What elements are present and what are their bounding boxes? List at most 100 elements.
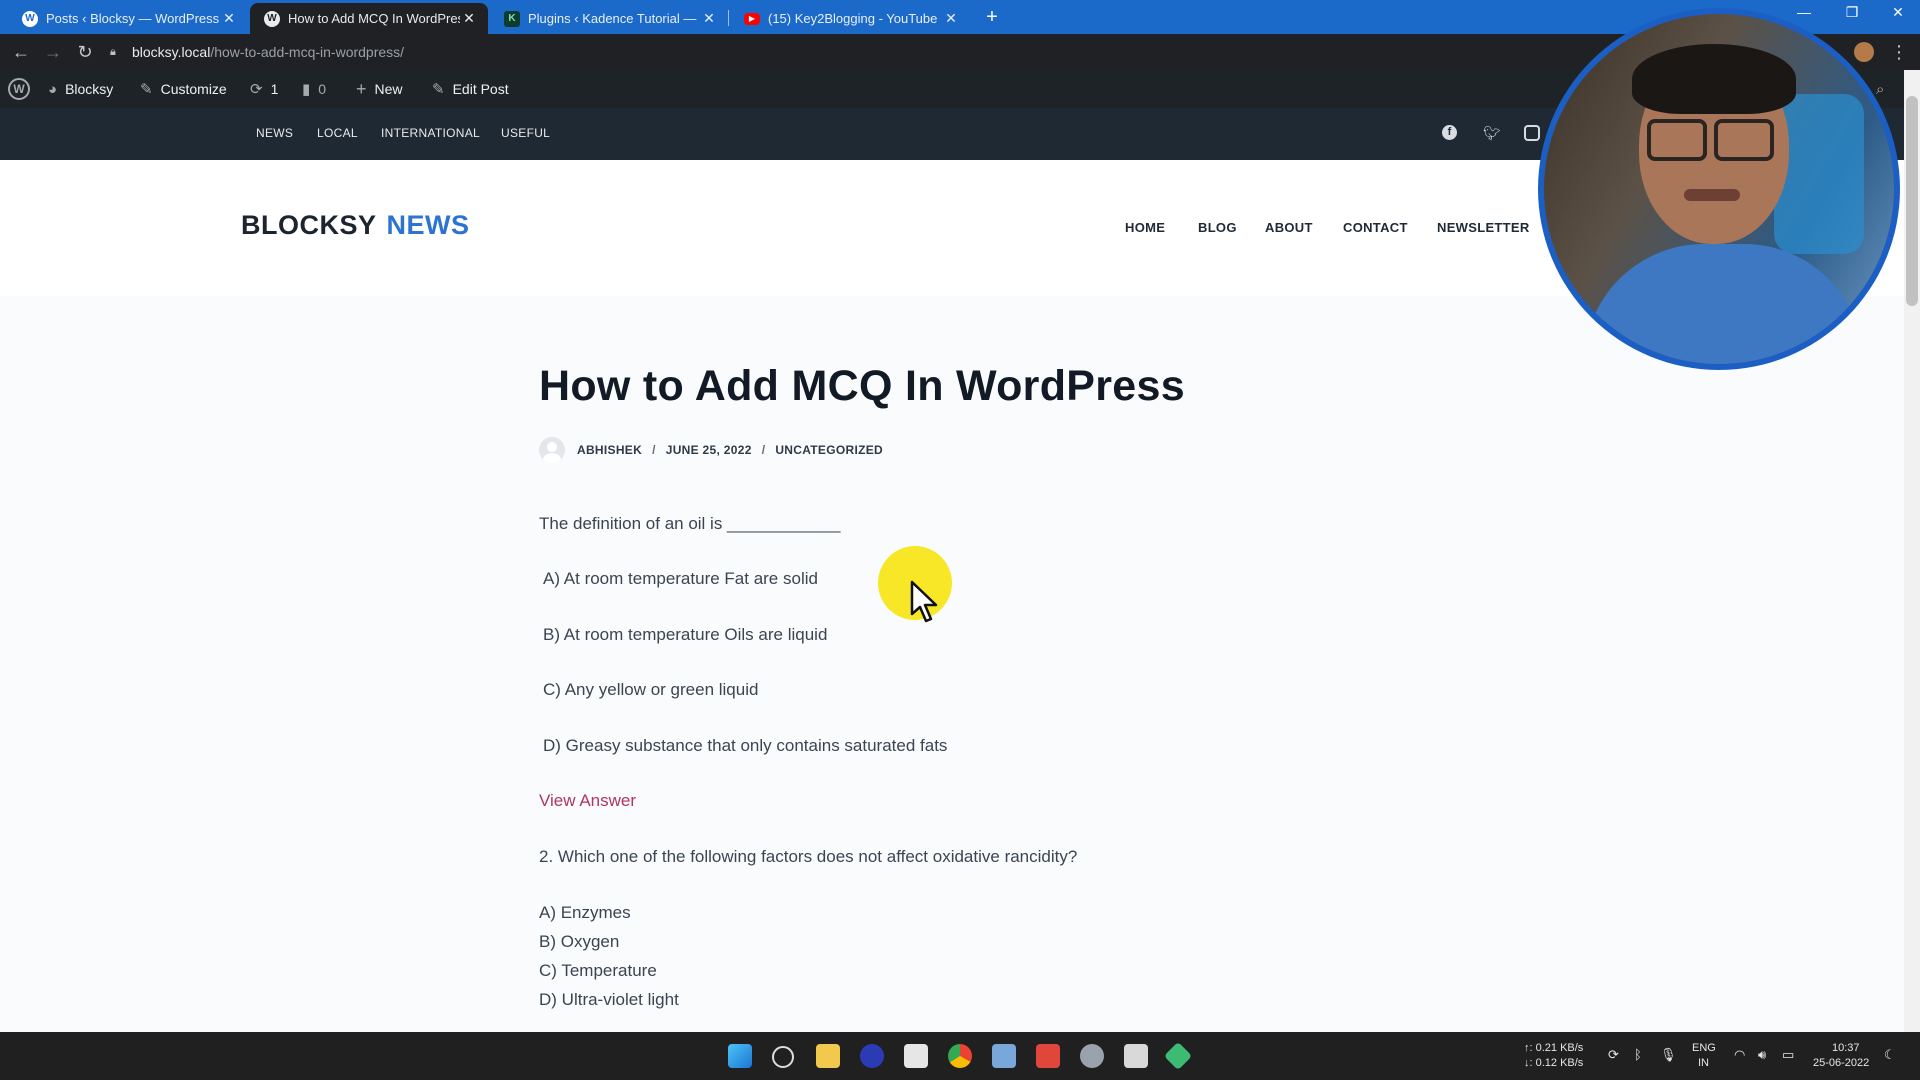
q2-option-d: D) Ultra-violet light xyxy=(539,990,679,1009)
language-line-2[interactable]: IN xyxy=(1698,1057,1709,1069)
volume-icon[interactable]: 🔊︎ xyxy=(1758,1047,1766,1063)
admin-new-label: New xyxy=(374,81,403,97)
url-path: /how-to-add-mcq-in-wordpress/ xyxy=(210,44,405,60)
clock-time[interactable]: 10:37 xyxy=(1832,1042,1860,1054)
comment-icon: ▮ xyxy=(302,81,311,98)
mouse-cursor-icon xyxy=(910,580,938,623)
topnav-local[interactable]: LOCAL xyxy=(317,126,358,140)
topnav-news[interactable]: NEWS xyxy=(256,126,293,140)
windows-taskbar: ↑: 0.21 KB/s ↓: 0.12 KB/s ⟳ ᛒ 🎙︎ ENG IN … xyxy=(0,1032,1920,1080)
address-bar[interactable]: 🔒︎ blocksy.local/how-to-add-mcq-in-wordp… xyxy=(110,39,1560,65)
notification-icon[interactable]: ☾ xyxy=(1884,1047,1896,1063)
wp-logo-icon[interactable]: W xyxy=(8,70,30,108)
admin-site-link[interactable]: ◕ Blocksy xyxy=(48,70,113,108)
app-icon-1[interactable] xyxy=(860,1044,884,1068)
windows-start-icon[interactable] xyxy=(728,1044,752,1068)
scrollbar-thumb[interactable] xyxy=(1906,96,1918,306)
close-icon[interactable]: ✕ xyxy=(942,10,960,27)
nav-contact[interactable]: CONTACT xyxy=(1343,220,1408,235)
logo-text-primary: BLOCKSY xyxy=(241,210,377,240)
post-date: JUNE 25, 2022 xyxy=(665,443,752,457)
camtasia-icon[interactable] xyxy=(1036,1044,1060,1068)
admin-customize-link[interactable]: ✎ Customize xyxy=(140,70,227,108)
wifi-icon[interactable]: ◠ xyxy=(1734,1047,1745,1063)
app-icon-2[interactable] xyxy=(1163,1041,1193,1071)
meta-separator: / xyxy=(761,443,766,457)
language-line-1[interactable]: ENG xyxy=(1692,1042,1716,1054)
tab-youtube[interactable]: ▶ (15) Key2Blogging - YouTube ✕ xyxy=(730,3,970,34)
tab-label: (15) Key2Blogging - YouTube xyxy=(768,11,938,26)
close-icon[interactable]: ✕ xyxy=(220,10,238,27)
admin-comments-count: 0 xyxy=(318,81,327,97)
q1-option-a: A) At room temperature Fat are solid xyxy=(543,569,818,588)
microphone-icon[interactable]: 🎙︎ xyxy=(1660,1047,1677,1063)
admin-site-label: Blocksy xyxy=(65,81,114,97)
site-logo[interactable]: BLOCKSY NEWS xyxy=(241,210,470,241)
close-icon[interactable]: ✕ xyxy=(460,10,478,27)
battery-icon[interactable]: ▭ xyxy=(1782,1047,1794,1063)
nav-blog[interactable]: BLOG xyxy=(1198,220,1237,235)
tab-posts[interactable]: W Posts ‹ Blocksy — WordPress ✕ xyxy=(8,3,248,34)
admin-updates-link[interactable]: ⟳ 1 xyxy=(250,70,278,108)
question-2: 2. Which one of the following factors do… xyxy=(539,847,1078,866)
q2-option-b: B) Oxygen xyxy=(539,932,620,951)
settings-icon[interactable] xyxy=(1080,1044,1104,1068)
dashboard-icon: ◕ xyxy=(48,80,58,98)
tab-label: Posts ‹ Blocksy — WordPress xyxy=(46,11,220,26)
nav-about[interactable]: ABOUT xyxy=(1265,220,1313,235)
new-tab-button[interactable]: + xyxy=(980,6,1004,30)
forward-icon[interactable]: → xyxy=(42,42,64,62)
view-answer-link[interactable]: View Answer xyxy=(539,791,636,811)
tab-label: How to Add MCQ In WordPress xyxy=(288,11,460,26)
post-meta: ABHISHEK / JUNE 25, 2022 / UNCATEGORIZED xyxy=(539,437,883,463)
presenter-video xyxy=(1544,14,1894,364)
bluetooth-icon[interactable]: ᛒ xyxy=(1634,1047,1642,1062)
nav-home[interactable]: HOME xyxy=(1125,220,1165,235)
search-icon[interactable] xyxy=(772,1046,794,1068)
brush-icon: ✎ xyxy=(140,81,153,98)
tab-divider xyxy=(728,10,729,26)
post-author[interactable]: ABHISHEK xyxy=(577,443,642,457)
twitter-icon[interactable]: 🐦︎ xyxy=(1483,125,1501,143)
q1-option-d: D) Greasy substance that only contains s… xyxy=(543,736,948,755)
nav-newsletter[interactable]: NEWSLETTER xyxy=(1437,220,1530,235)
tab-kadence[interactable]: K Plugins ‹ Kadence Tutorial — Wo ✕ xyxy=(490,3,728,34)
wordpress-icon: W xyxy=(264,10,280,27)
topnav-useful[interactable]: USEFUL xyxy=(501,126,550,140)
photos-icon[interactable] xyxy=(992,1044,1016,1068)
file-explorer-icon[interactable] xyxy=(816,1044,840,1068)
admin-new-link[interactable]: + New xyxy=(356,70,403,108)
clock-date[interactable]: 25-06-2022 xyxy=(1813,1057,1869,1069)
tab-label: Plugins ‹ Kadence Tutorial — Wo xyxy=(528,11,700,26)
admin-edit-post-link[interactable]: ✎ Edit Post xyxy=(432,70,509,108)
instagram-icon[interactable] xyxy=(1524,125,1542,143)
topnav-international[interactable]: INTERNATIONAL xyxy=(381,126,480,140)
logo-text-accent: NEWS xyxy=(386,210,470,240)
chrome-icon[interactable] xyxy=(948,1044,972,1068)
net-download-speed: ↓: 0.12 KB/s xyxy=(1524,1057,1584,1069)
q2-option-a: A) Enzymes xyxy=(539,903,631,922)
close-icon[interactable]: ✕ xyxy=(700,10,718,27)
back-icon[interactable]: ← xyxy=(10,42,32,62)
q2-option-c: C) Temperature xyxy=(539,961,657,980)
plus-icon: + xyxy=(356,78,367,99)
post-category[interactable]: UNCATEGORIZED xyxy=(775,443,883,457)
facebook-icon[interactable]: f xyxy=(1442,125,1460,143)
pencil-icon: ✎ xyxy=(432,81,445,98)
question-1: The definition of an oil is ____________ xyxy=(539,514,841,533)
sync-icon[interactable]: ⟳ xyxy=(1608,1047,1619,1063)
post-title: How to Add MCQ In WordPress xyxy=(539,362,1185,410)
admin-edit-post-label: Edit Post xyxy=(452,81,509,97)
tab-mcq[interactable]: W How to Add MCQ In WordPress ✕ xyxy=(250,3,488,34)
reload-icon[interactable]: ↻ xyxy=(74,42,96,62)
q1-option-b: B) At room temperature Oils are liquid xyxy=(543,625,828,644)
admin-updates-count: 1 xyxy=(270,81,279,97)
notepad-icon[interactable] xyxy=(904,1044,928,1068)
author-avatar[interactable] xyxy=(539,437,565,463)
presenter-webcam xyxy=(1538,8,1900,370)
admin-comments-link[interactable]: ▮ 0 xyxy=(302,70,326,108)
updates-icon: ⟳ xyxy=(250,81,263,98)
snipping-tool-icon[interactable] xyxy=(1124,1044,1148,1068)
net-upload-speed: ↑: 0.21 KB/s xyxy=(1524,1042,1584,1054)
q1-option-c: C) Any yellow or green liquid xyxy=(543,680,759,699)
